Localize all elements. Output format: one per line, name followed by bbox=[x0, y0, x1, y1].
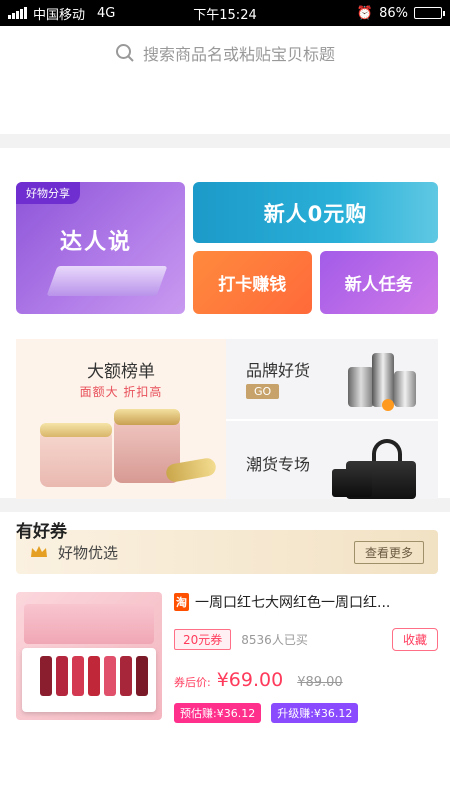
carrier-label: 中国移动 bbox=[33, 7, 86, 23]
sold-count: 8536人已买 bbox=[241, 633, 308, 647]
battery-percent: 86% bbox=[379, 5, 408, 21]
big-coupon-ranking-card[interactable]: 大额榜单 面额大 折扣高 bbox=[16, 339, 226, 499]
goods-header: 好物优选 查看更多 bbox=[16, 530, 438, 574]
new-user-task-title: 新人任务 bbox=[344, 275, 413, 295]
daren-title: 达人说 bbox=[60, 230, 133, 255]
coupon-badge: 20元券 bbox=[174, 629, 232, 650]
checkin-earn-title: 打卡赚钱 bbox=[218, 275, 287, 295]
price-label: 券后价: bbox=[174, 676, 211, 689]
estimate-earn-badge: 预估赚:¥36.12 bbox=[174, 703, 262, 723]
product-card[interactable]: 淘 一周口红七大网红色一周口红... 20元券 8536人已买 收藏 券后价: … bbox=[16, 592, 438, 723]
trendy-goods-card[interactable]: 潮货专场 bbox=[226, 419, 438, 499]
product-image bbox=[16, 592, 162, 720]
price: ¥69.00 bbox=[216, 669, 284, 691]
new-user-task-banner[interactable]: 新人任务 bbox=[319, 251, 438, 314]
juicer-image bbox=[348, 349, 420, 411]
trendy-goods-title: 潮货专场 bbox=[246, 455, 311, 474]
crown-icon bbox=[31, 546, 47, 557]
new-user-free-banner[interactable]: 新人0元购 bbox=[193, 182, 438, 243]
alarm-icon: ⏰ bbox=[356, 5, 374, 21]
search-icon bbox=[115, 44, 134, 62]
search-bar[interactable]: 搜索商品名或粘贴宝贝标题 bbox=[115, 40, 335, 66]
brand-goods-title: 品牌好货 bbox=[246, 361, 311, 380]
upgrade-earn-badge: 升级赚:¥36.12 bbox=[271, 703, 359, 723]
brand-goods-card[interactable]: 品牌好货 GO bbox=[226, 339, 438, 419]
checkin-earn-banner[interactable]: 打卡赚钱 bbox=[193, 251, 312, 314]
feature-section: 好物分享 达人说 新人0元购 打卡赚钱 新人任务 大额榜单 面额大 折扣高 品牌… bbox=[0, 148, 450, 542]
clock: 下午15:24 bbox=[193, 7, 257, 23]
platform-decoration bbox=[46, 266, 168, 296]
taobao-icon: 淘 bbox=[174, 593, 189, 611]
status-bar: 中国移动 4G 下午15:24 ⏰ 86% bbox=[0, 0, 450, 26]
search-placeholder: 搜索商品名或粘贴宝贝标题 bbox=[142, 45, 335, 64]
network-label: 4G bbox=[97, 5, 116, 21]
view-more-button[interactable]: 查看更多 bbox=[353, 540, 424, 564]
goods-section: 好物优选 查看更多 淘 一周口红七大网红色一周口红... 20元券 8536人已… bbox=[0, 512, 450, 808]
favorite-button[interactable]: 收藏 bbox=[391, 628, 438, 651]
big-coupon-subtitle: 面额大 折扣高 bbox=[79, 385, 163, 399]
goods-header-title: 好物优选 bbox=[58, 543, 119, 562]
product-title: 一周口红七大网红色一周口红... bbox=[195, 595, 391, 611]
daren-banner[interactable]: 好物分享 达人说 bbox=[16, 182, 185, 314]
battery-icon bbox=[414, 7, 445, 19]
cream-jar-cap-2 bbox=[114, 409, 180, 425]
original-price: ¥89.00 bbox=[297, 675, 343, 690]
signal-icon bbox=[8, 7, 27, 19]
new-user-free-title: 新人0元购 bbox=[263, 201, 368, 226]
go-badge: GO bbox=[246, 384, 280, 399]
big-coupon-title: 大额榜单 bbox=[87, 362, 155, 382]
cream-jar-cap bbox=[40, 423, 112, 437]
search-area: 搜索商品名或粘贴宝贝标题 bbox=[0, 26, 450, 134]
cream-jar-image bbox=[40, 429, 112, 487]
daren-tag: 好物分享 bbox=[16, 182, 80, 204]
handbag-image bbox=[332, 439, 416, 499]
